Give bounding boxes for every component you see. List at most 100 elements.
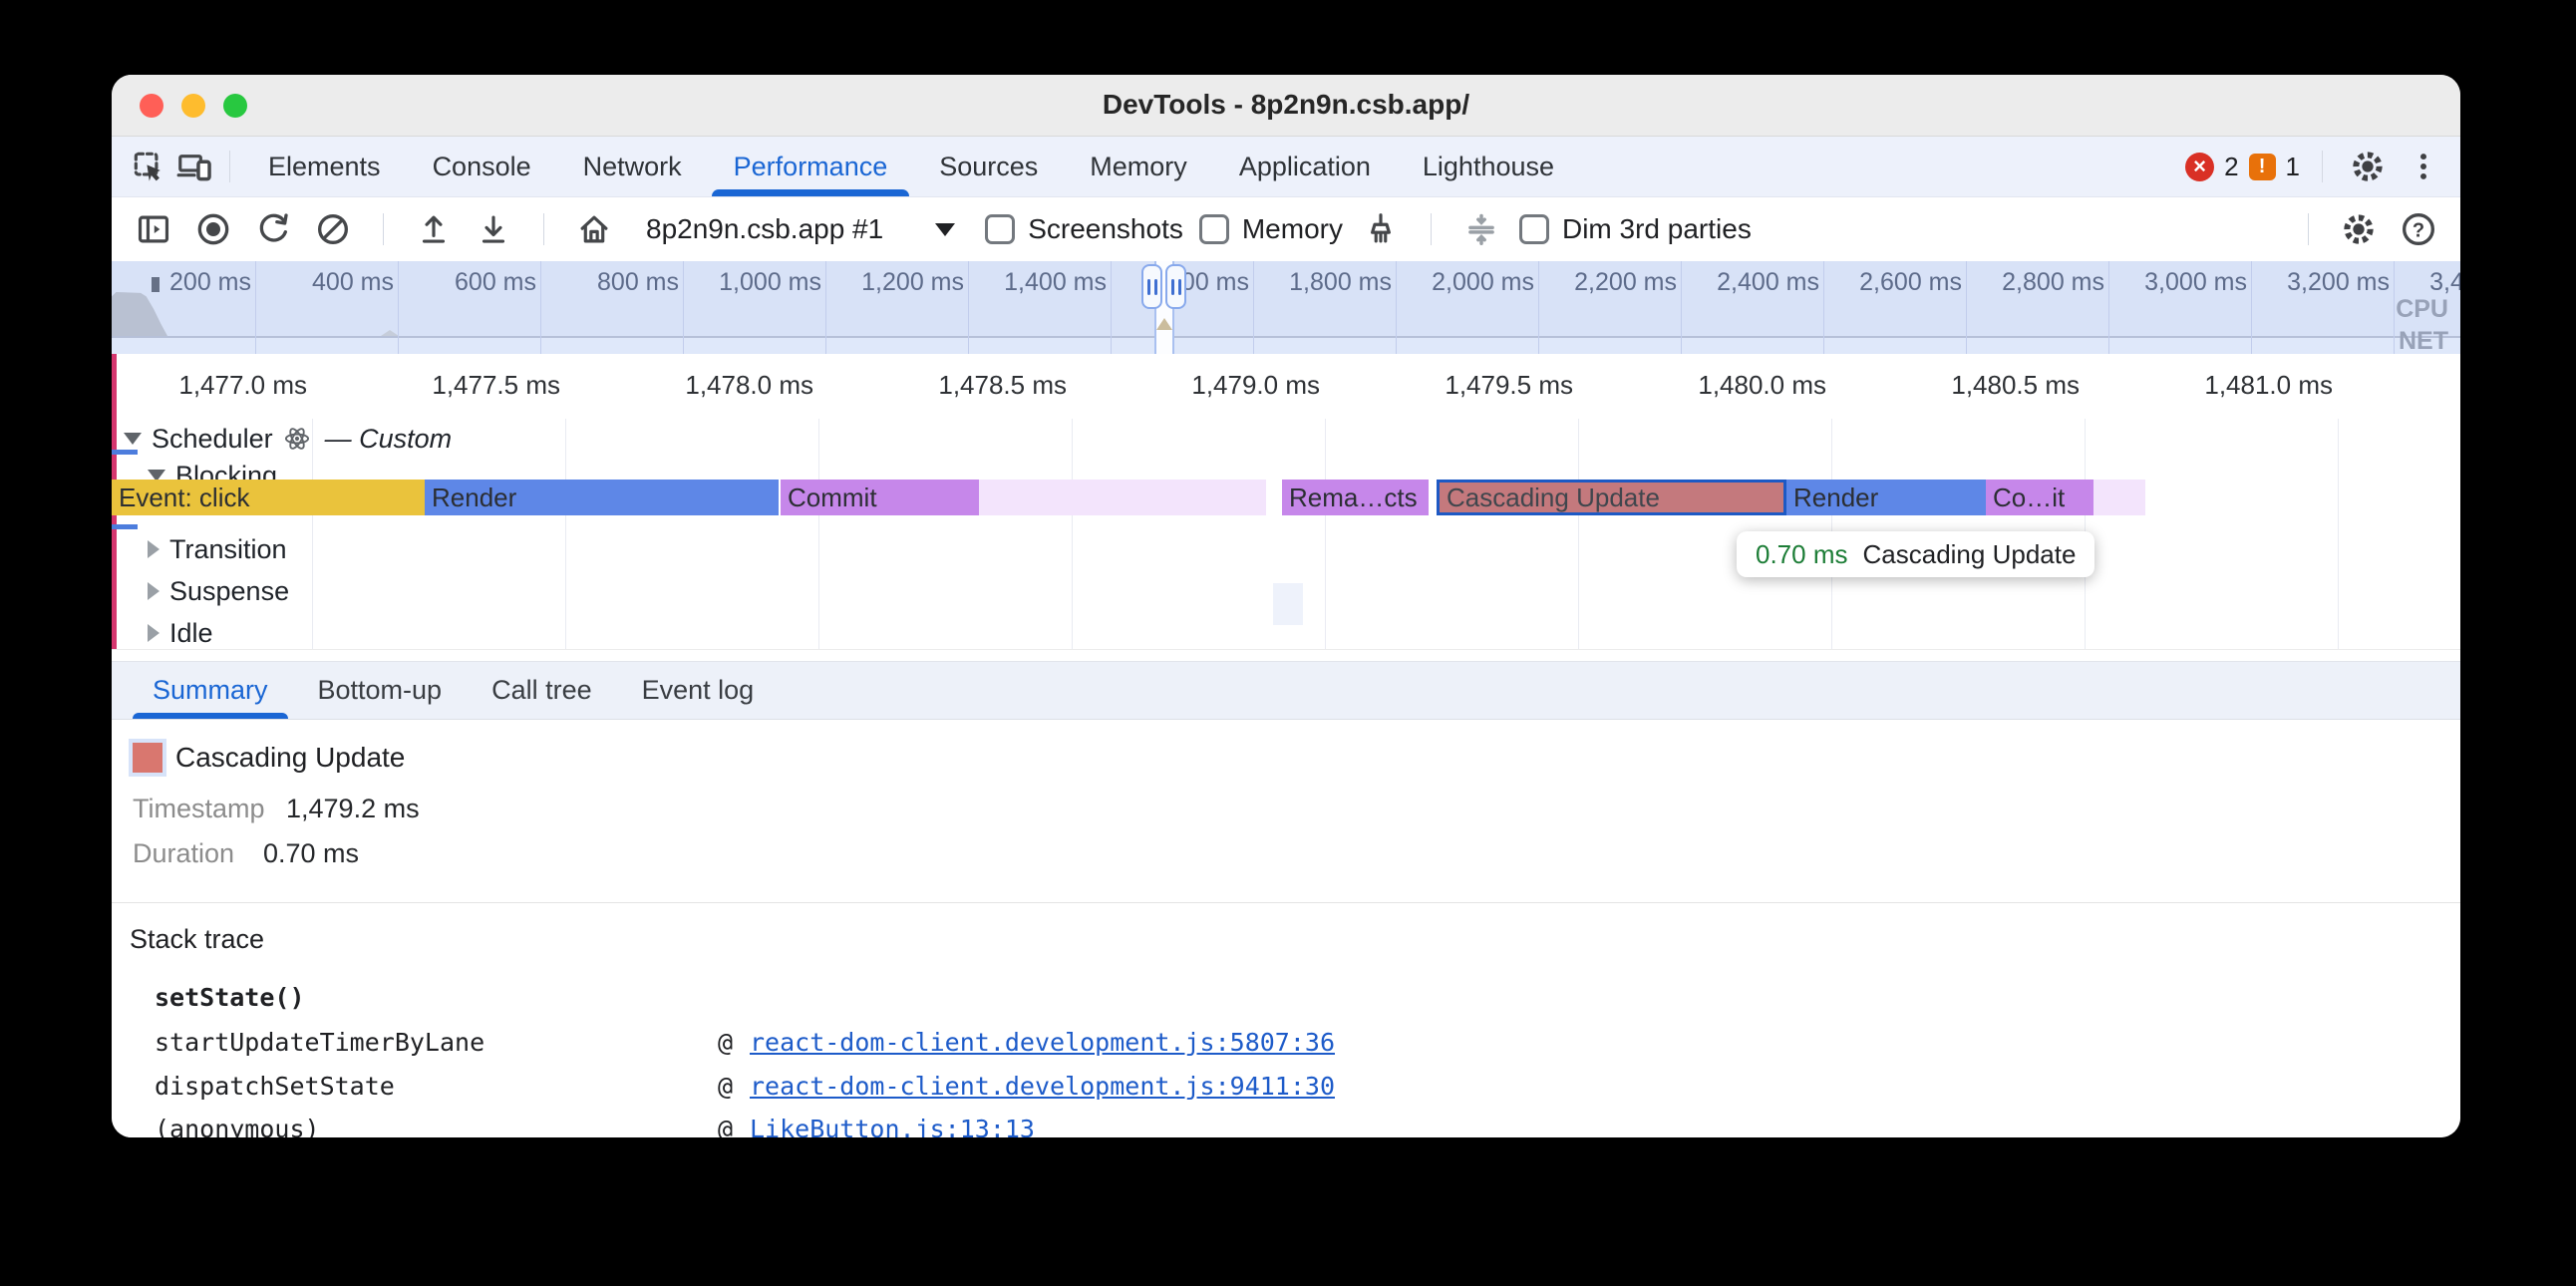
load-profile-button[interactable] — [412, 207, 456, 251]
tab-memory[interactable]: Memory — [1064, 137, 1213, 196]
home-icon — [575, 210, 613, 248]
timeline-overview[interactable]: CPU NET 200 ms400 ms600 ms800 ms1,000 ms… — [112, 261, 2460, 354]
lane-suspense[interactable]: Suspense — [148, 576, 289, 606]
record-button[interactable] — [191, 207, 235, 251]
tab-sources[interactable]: Sources — [913, 137, 1064, 196]
source-link[interactable]: react-dom-client.development.js:9411:30 — [750, 1072, 1335, 1101]
collapse-tracks-button[interactable] — [1459, 207, 1503, 251]
broom-icon — [1362, 210, 1400, 248]
device-toolbar-button[interactable] — [171, 144, 217, 189]
details-tab-bottom-up[interactable]: Bottom-up — [293, 662, 468, 719]
flame-bar[interactable]: Render — [425, 480, 779, 515]
chevron-down-icon[interactable] — [124, 433, 142, 445]
dim-3rd-parties-label: Dim 3rd parties — [1562, 213, 1752, 245]
collect-garbage-button[interactable] — [1359, 207, 1403, 251]
more-options-button[interactable] — [2401, 144, 2446, 189]
dim-3rd-parties-checkbox-group[interactable]: Dim 3rd parties — [1519, 213, 1752, 245]
minimap-tick-label: 1,000 ms — [719, 268, 821, 297]
lane-transition[interactable]: Transition — [148, 534, 287, 564]
details-tab-event-log[interactable]: Event log — [617, 662, 780, 719]
flame-bar[interactable]: Commit — [781, 480, 979, 515]
minimap-tick-label: 2,200 ms — [1574, 268, 1677, 297]
stack-frame: startUpdateTimerByLane@react-dom-client.… — [112, 1028, 2460, 1060]
function-name: dispatchSetState — [155, 1072, 395, 1101]
minimap-tick-label: 1,400 ms — [1004, 268, 1107, 297]
details-tab-summary[interactable]: Summary — [128, 662, 293, 719]
capture-settings-button[interactable] — [2337, 207, 2381, 251]
window-titlebar: DevTools - 8p2n9n.csb.app/ — [112, 75, 2460, 137]
flame-bar[interactable]: Event: click — [112, 480, 425, 515]
memory-checkbox-group[interactable]: Memory — [1199, 213, 1343, 245]
source-link[interactable]: react-dom-client.development.js:5807:36 — [750, 1028, 1335, 1057]
tab-elements[interactable]: Elements — [242, 137, 407, 196]
tab-network[interactable]: Network — [557, 137, 708, 196]
device-toolbar-icon — [175, 148, 213, 185]
overview-event-marker — [152, 277, 160, 292]
save-profile-button[interactable] — [472, 207, 515, 251]
tab-console[interactable]: Console — [407, 137, 557, 196]
inspect-icon — [130, 148, 167, 185]
minimap-tick-label: 3,200 ms — [2287, 268, 2390, 297]
tab-lighthouse[interactable]: Lighthouse — [1397, 137, 1580, 196]
chevron-right-icon[interactable] — [148, 582, 160, 600]
block-icon — [313, 209, 353, 249]
screenshots-checkbox[interactable] — [985, 214, 1015, 244]
flame-bar[interactable] — [2093, 480, 2145, 515]
grid-line — [565, 419, 566, 649]
minimap-tick — [2251, 261, 2252, 354]
settings-button[interactable] — [2345, 144, 2391, 189]
flame-chart[interactable]: Scheduler — Custom Blocking Event: click… — [112, 419, 2460, 661]
session-select-value: 8p2n9n.csb.app #1 — [646, 213, 883, 245]
devtools-window: DevTools - 8p2n9n.csb.app/ ElementsConso… — [112, 75, 2460, 1137]
toggle-sidebar-button[interactable] — [132, 207, 175, 251]
cpu-label: CPU — [2396, 295, 2448, 324]
minimap-tick — [968, 261, 969, 354]
chevron-right-icon[interactable] — [148, 624, 160, 642]
screenshots-label: Screenshots — [1028, 213, 1183, 245]
minimap-tick-label: 3,400 ms — [2429, 268, 2460, 297]
selection-left-handle[interactable] — [1141, 264, 1162, 309]
minimap-tick — [1396, 261, 1397, 354]
gear-icon — [2348, 147, 2388, 186]
selection-right-handle[interactable] — [1165, 264, 1186, 309]
inspect-element-button[interactable] — [126, 144, 171, 189]
home-button[interactable] — [572, 207, 616, 251]
zoom-button[interactable] — [223, 94, 247, 118]
tab-application[interactable]: Application — [1213, 137, 1397, 196]
minimize-button[interactable] — [181, 94, 205, 118]
minimap-tick-label: 2,800 ms — [2002, 268, 2104, 297]
source-link[interactable]: LikeButton.js:13:13 — [750, 1115, 1035, 1137]
stack-trace-section: Stack trace setState()startUpdateTimerBy… — [112, 902, 2460, 1137]
react-atom-icon — [283, 425, 311, 453]
warning-badge-icon[interactable]: ! — [2249, 154, 2276, 180]
screenshots-checkbox-group[interactable]: Screenshots — [985, 213, 1183, 245]
minimap-tick — [255, 261, 256, 354]
minimap-tick-label: 2,600 ms — [1859, 268, 1962, 297]
ruler-tick-label: 1,479.5 ms — [1445, 370, 1573, 401]
summary-title: Cascading Update — [175, 742, 405, 774]
reload-and-record-button[interactable] — [251, 207, 295, 251]
memory-checkbox[interactable] — [1199, 214, 1229, 244]
event-color-swatch — [133, 743, 162, 773]
flame-bar[interactable]: Rema…cts — [1282, 480, 1429, 515]
dim-3rd-parties-checkbox[interactable] — [1519, 214, 1549, 244]
track-group-scheduler[interactable]: Scheduler — Custom — [124, 424, 452, 454]
details-tab-call-tree[interactable]: Call tree — [467, 662, 617, 719]
close-button[interactable] — [140, 94, 163, 118]
tab-performance[interactable]: Performance — [708, 137, 914, 196]
flame-bar[interactable]: Render — [1786, 480, 1986, 515]
lane-label: Suspense — [169, 576, 289, 607]
help-button[interactable]: ? — [2397, 207, 2440, 251]
chevron-right-icon[interactable] — [148, 540, 160, 558]
minimap-tick-label: 200 ms — [169, 268, 251, 297]
timeline-ruler: 1,477.0 ms1,477.5 ms1,478.0 ms1,478.5 ms… — [112, 354, 2460, 419]
session-select[interactable]: 8p2n9n.csb.app #1 — [646, 213, 955, 245]
lane-idle[interactable]: Idle — [148, 618, 213, 648]
flame-bar[interactable]: Cascading Update — [1437, 480, 1786, 515]
error-badge-icon[interactable]: × — [2185, 153, 2214, 181]
grid-line — [2338, 419, 2339, 649]
flame-bar[interactable] — [979, 480, 1266, 515]
minimap-tick — [2108, 261, 2109, 354]
flame-bar[interactable]: Co…it — [1986, 480, 2093, 515]
clear-recording-button[interactable] — [311, 207, 355, 251]
